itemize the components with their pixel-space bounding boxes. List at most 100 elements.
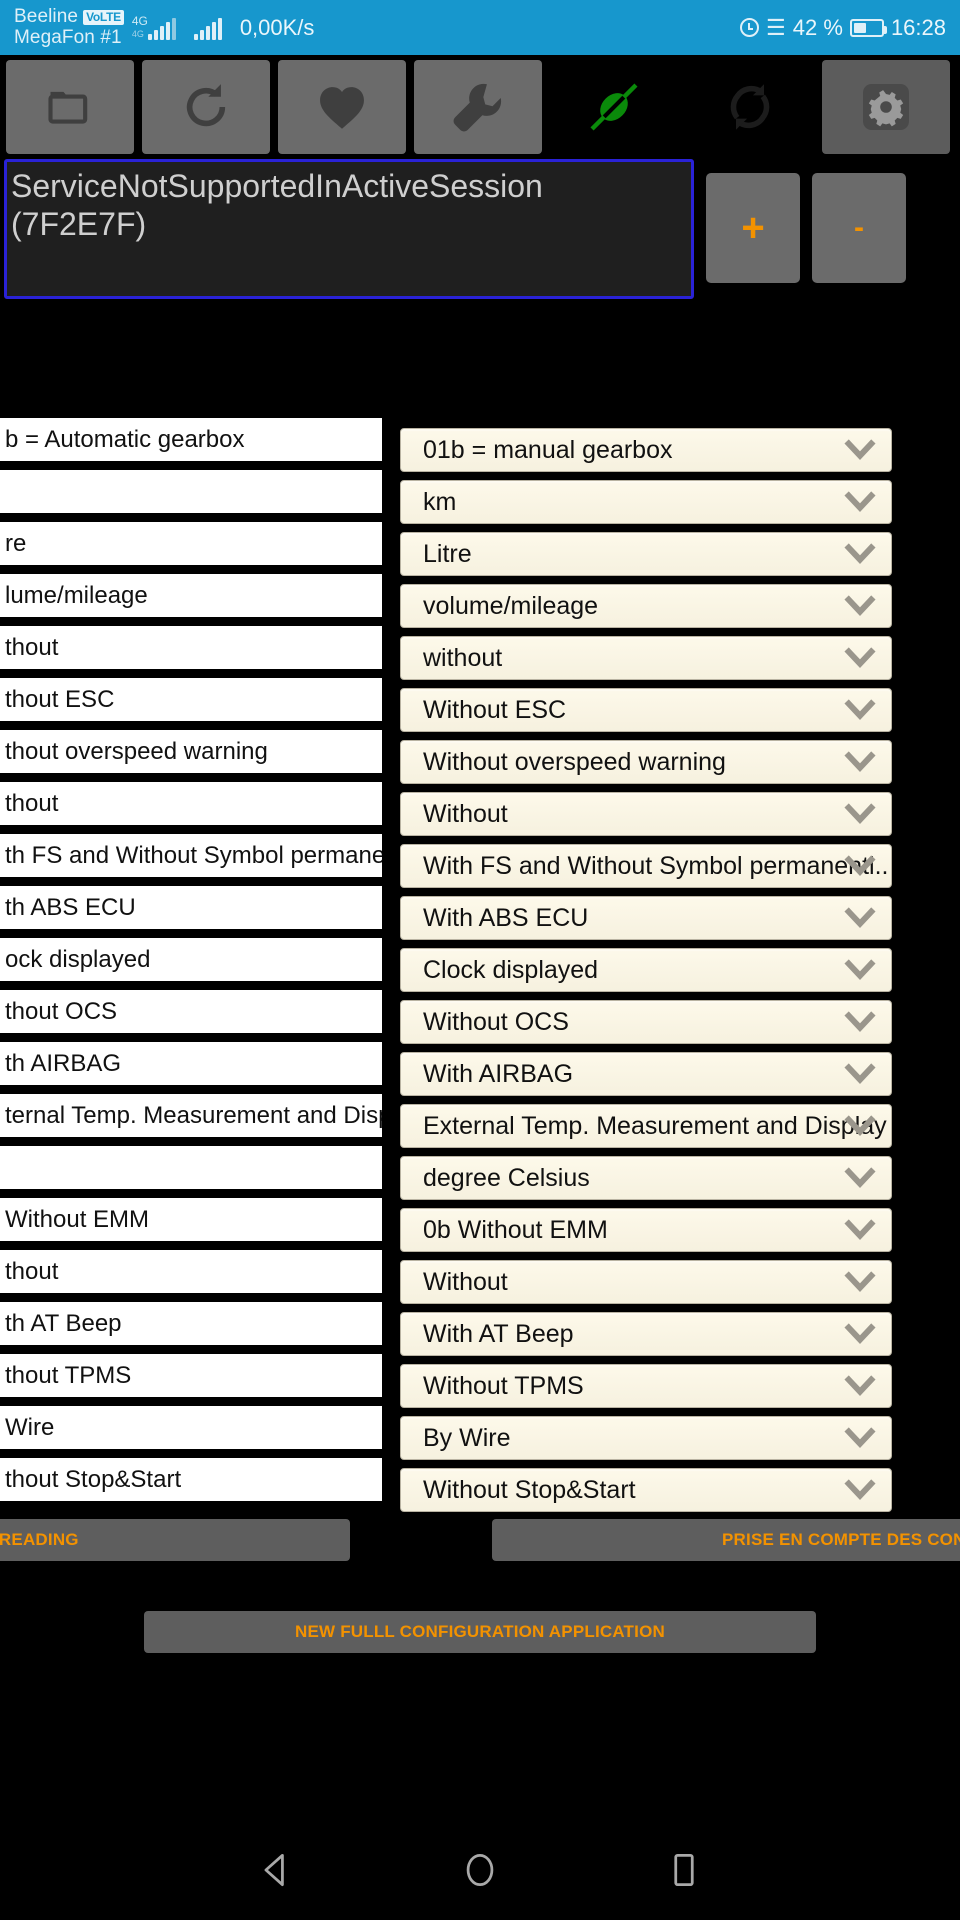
- tools-button[interactable]: [414, 60, 542, 154]
- new-config-spinner[interactable]: With AIRBAG: [400, 1052, 892, 1096]
- home-icon[interactable]: [458, 1848, 502, 1892]
- current-config-row[interactable]: th FS and Without Symbol permanently: [0, 834, 382, 877]
- new-config-spinner[interactable]: km: [400, 480, 892, 524]
- current-config-row[interactable]: Without EMM: [0, 1198, 382, 1241]
- current-config-row[interactable]: thout OCS: [0, 990, 382, 1033]
- current-config-label: thout: [5, 1257, 59, 1285]
- action-bar-top: GURATION READING PRISE EN COMPTE DES CON…: [0, 1512, 960, 1572]
- current-config-row[interactable]: thout: [0, 1250, 382, 1293]
- new-config-spinner[interactable]: 01b = manual gearbox: [400, 428, 892, 472]
- current-config-row[interactable]: th ABS ECU: [0, 886, 382, 929]
- carrier-name-1: Beeline: [14, 5, 79, 27]
- current-config-row[interactable]: [0, 1146, 382, 1189]
- new-config-spinner[interactable]: Without ESC: [400, 688, 892, 732]
- current-config-row[interactable]: thout ESC: [0, 678, 382, 721]
- new-config-spinner[interactable]: volume/mileage: [400, 584, 892, 628]
- new-config-label: Without: [423, 1267, 508, 1296]
- new-config-spinner[interactable]: Without: [400, 1260, 892, 1304]
- current-config-label: thout: [5, 789, 59, 817]
- current-config-row[interactable]: lume/mileage: [0, 574, 382, 617]
- current-config-row[interactable]: th AIRBAG: [0, 1042, 382, 1085]
- current-config-row[interactable]: ock displayed: [0, 938, 382, 981]
- new-config-spinner[interactable]: Without TPMS: [400, 1364, 892, 1408]
- status-bar: Beeline VoLTE MegaFon #1 4G 4G 0,00K/s ☰…: [0, 0, 960, 55]
- current-config-row[interactable]: thout: [0, 782, 382, 825]
- configuration-list[interactable]: b = Automatic gearbox re lume/mileage thout…: [0, 412, 960, 1512]
- current-config-row[interactable]: thout overspeed warning: [0, 730, 382, 773]
- chevron-down-icon: [844, 1479, 876, 1501]
- chevron-down-icon: [844, 1115, 876, 1137]
- new-config-label: degree Celsius: [423, 1163, 590, 1192]
- new-config-label: Without overspeed warning: [423, 747, 726, 776]
- volte-badge: VoLTE: [83, 9, 124, 25]
- current-config-row[interactable]: thout Stop&Start: [0, 1458, 382, 1501]
- carrier-row-primary: Beeline VoLTE: [14, 5, 124, 28]
- chevron-down-icon: [844, 595, 876, 617]
- carrier-row-secondary: MegaFon #1: [14, 26, 124, 49]
- sync-button[interactable]: [686, 60, 814, 154]
- current-config-row[interactable]: Wire: [0, 1406, 382, 1449]
- current-config-row[interactable]: re: [0, 522, 382, 565]
- error-message-box[interactable]: ServiceNotSupportedInActiveSession (7F2E…: [4, 159, 694, 299]
- apply-configuration-button[interactable]: PRISE EN COMPTE DES CONFIGURAT: [492, 1519, 960, 1561]
- new-config-label: Without TPMS: [423, 1371, 584, 1400]
- connection-button[interactable]: [550, 60, 678, 154]
- new-config-spinner[interactable]: without: [400, 636, 892, 680]
- current-config-row[interactable]: thout: [0, 626, 382, 669]
- new-config-spinner[interactable]: Litre: [400, 532, 892, 576]
- chevron-down-icon: [844, 491, 876, 513]
- heart-icon: [320, 87, 364, 129]
- configuration-reading-button[interactable]: GURATION READING: [0, 1519, 350, 1561]
- folder-icon: [48, 91, 88, 124]
- battery-percent-label: 42 %: [792, 14, 843, 40]
- new-config-spinner[interactable]: Without OCS: [400, 1000, 892, 1044]
- current-config-row[interactable]: [0, 470, 382, 513]
- current-config-row[interactable]: b = Automatic gearbox: [0, 418, 382, 461]
- chevron-down-icon: [844, 1167, 876, 1189]
- new-config-spinner[interactable]: Clock displayed: [400, 948, 892, 992]
- new-config-label: 0b Without EMM: [423, 1215, 608, 1244]
- current-config-label: th ABS ECU: [5, 893, 136, 921]
- new-config-spinner[interactable]: With AT Beep: [400, 1312, 892, 1356]
- settings-button[interactable]: [822, 60, 950, 154]
- folder-open-button[interactable]: [6, 60, 134, 154]
- recents-icon[interactable]: [662, 1848, 706, 1892]
- current-config-label: thout TPMS: [5, 1361, 132, 1389]
- new-config-spinner[interactable]: External Temp. Measurement and Display: [400, 1104, 892, 1148]
- new-full-configuration-button[interactable]: NEW FULLL CONFIGURATION APPLICATION: [144, 1611, 816, 1653]
- chevron-down-icon: [844, 803, 876, 825]
- current-config-label: thout: [5, 633, 59, 661]
- new-config-spinner[interactable]: With FS and Without Symbol permanentl..: [400, 844, 892, 888]
- decrement-button[interactable]: -: [812, 173, 906, 283]
- error-message-line1: ServiceNotSupportedInActiveSession: [11, 168, 543, 204]
- favorites-button[interactable]: [278, 60, 406, 154]
- current-config-label: ternal Temp. Measurement and Display: [5, 1101, 382, 1129]
- new-config-spinner[interactable]: 0b Without EMM: [400, 1208, 892, 1252]
- new-config-column[interactable]: 01b = manual gearbox km Litre volume/mileag…: [400, 412, 892, 1512]
- refresh-button[interactable]: [142, 60, 270, 154]
- new-config-label: Clock displayed: [423, 955, 599, 984]
- current-config-label: b = Automatic gearbox: [5, 425, 245, 453]
- new-config-spinner[interactable]: degree Celsius: [400, 1156, 892, 1200]
- signal-group-1: 4G 4G: [132, 14, 176, 40]
- new-config-spinner[interactable]: Without overspeed warning: [400, 740, 892, 784]
- current-config-label: re: [5, 529, 27, 557]
- new-config-spinner[interactable]: By Wire: [400, 1416, 892, 1460]
- current-config-label: th AT Beep: [5, 1309, 122, 1337]
- wrench-icon: [453, 83, 502, 132]
- current-config-label: thout Stop&Start: [5, 1465, 182, 1493]
- current-config-label: Without EMM: [5, 1205, 150, 1233]
- chevron-down-icon: [844, 699, 876, 721]
- current-config-row[interactable]: th AT Beep: [0, 1302, 382, 1345]
- current-config-row[interactable]: ternal Temp. Measurement and Display: [0, 1094, 382, 1137]
- carrier-name-2: MegaFon #1: [14, 26, 122, 48]
- new-config-spinner[interactable]: With ABS ECU: [400, 896, 892, 940]
- new-config-label: volume/mileage: [423, 591, 599, 620]
- new-config-spinner[interactable]: Without: [400, 792, 892, 836]
- back-icon[interactable]: [254, 1848, 298, 1892]
- current-config-row[interactable]: thout TPMS: [0, 1354, 382, 1397]
- increment-button[interactable]: +: [706, 173, 800, 283]
- message-row: ServiceNotSupportedInActiveSession (7F2E…: [0, 159, 960, 304]
- new-config-spinner[interactable]: Without Stop&Start: [400, 1468, 892, 1512]
- current-config-column[interactable]: b = Automatic gearbox re lume/mileage thout…: [0, 412, 382, 1510]
